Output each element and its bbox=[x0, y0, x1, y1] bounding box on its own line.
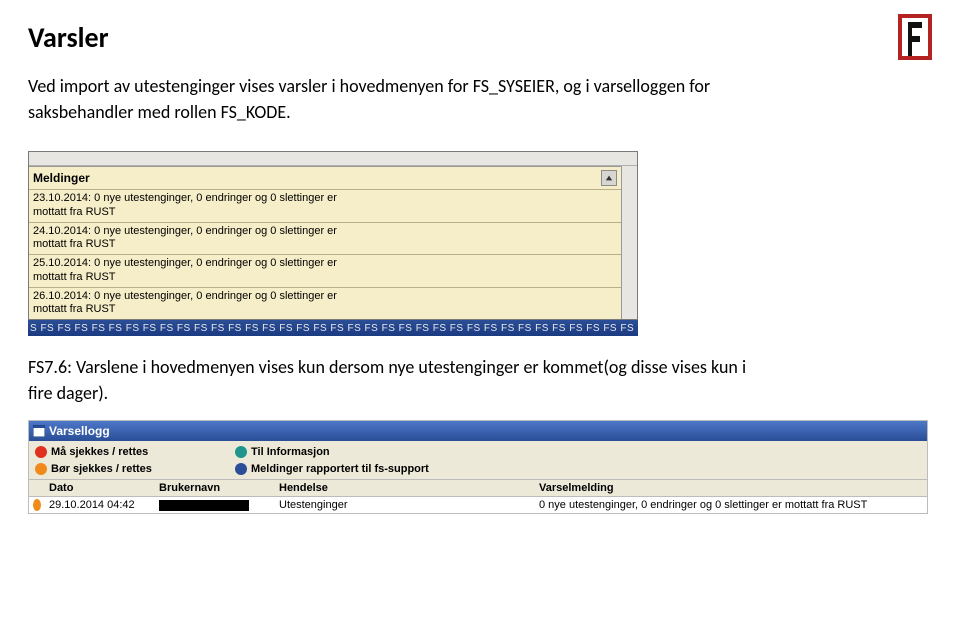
window-icon bbox=[33, 425, 45, 437]
scrollbar[interactable] bbox=[621, 166, 637, 319]
col-hendelse: Hendelse bbox=[275, 480, 535, 496]
col-brukernavn: Brukernavn bbox=[155, 480, 275, 496]
meldinger-item-line2: mottatt fra RUST bbox=[33, 206, 116, 218]
varsellogg-titlebar: Varsellogg bbox=[29, 421, 927, 441]
meldinger-item: 24.10.2014: 0 nye utestenginger, 0 endri… bbox=[29, 223, 621, 256]
redacted-username bbox=[159, 500, 249, 511]
meldinger-header-text: Meldinger bbox=[33, 171, 90, 185]
col-dato: Dato bbox=[45, 480, 155, 496]
cell-varselmelding: 0 nye utestenginger, 0 endringer og 0 sl… bbox=[535, 497, 927, 513]
legend-blue-label: Meldinger rapportert til fs-support bbox=[251, 463, 429, 475]
varsellogg-title: Varsellogg bbox=[49, 424, 110, 438]
dot-blue-icon bbox=[235, 463, 247, 475]
dot-red-icon bbox=[35, 446, 47, 458]
meldinger-item-line1: 23.10.2014: 0 nye utestenginger, 0 endri… bbox=[33, 192, 337, 204]
dot-teal-icon bbox=[235, 446, 247, 458]
legend-orange-label: Bør sjekkes / rettes bbox=[51, 463, 152, 475]
legend-teal-label: Til Informasjon bbox=[251, 446, 330, 458]
panel-frame-top bbox=[29, 152, 637, 166]
meldinger-panel-screenshot: Meldinger 23.10.2014: 0 nye utestenginge… bbox=[28, 151, 638, 320]
meldinger-item-line1: 25.10.2014: 0 nye utestenginger, 0 endri… bbox=[33, 257, 337, 269]
meldinger-item-line2: mottatt fra RUST bbox=[33, 303, 116, 315]
legend-blue: Meldinger rapportert til fs-support bbox=[235, 460, 555, 477]
table-row[interactable]: 29.10.2014 04:42 Utestenginger 0 nye ute… bbox=[29, 497, 927, 513]
note-paragraph: FS7.6: Varslene i hovedmenyen vises kun … bbox=[28, 354, 748, 406]
meldinger-item: 26.10.2014: 0 nye utestenginger, 0 endri… bbox=[29, 288, 621, 320]
legend-orange: Bør sjekkes / rettes bbox=[35, 460, 235, 477]
col-varselmelding: Varselmelding bbox=[535, 480, 927, 496]
varsellogg-screenshot: Varsellogg Må sjekkes / rettes Til Infor… bbox=[28, 420, 928, 514]
dot-orange-icon bbox=[35, 463, 47, 475]
varsellogg-header-row: Dato Brukernavn Hendelse Varselmelding bbox=[29, 479, 927, 497]
legend-red: Må sjekkes / rettes bbox=[35, 443, 235, 460]
meldinger-item: 23.10.2014: 0 nye utestenginger, 0 endri… bbox=[29, 190, 621, 223]
window-footer-strip: S FS FS FS FS FS FS FS FS FS FS FS FS FS… bbox=[28, 320, 638, 336]
meldinger-item: 25.10.2014: 0 nye utestenginger, 0 endri… bbox=[29, 255, 621, 288]
meldinger-item-line2: mottatt fra RUST bbox=[33, 271, 116, 283]
legend-teal: Til Informasjon bbox=[235, 443, 555, 460]
meldinger-header: Meldinger bbox=[29, 167, 621, 190]
cell-hendelse: Utestenginger bbox=[275, 497, 535, 513]
meldinger-panel: Meldinger 23.10.2014: 0 nye utestenginge… bbox=[29, 166, 621, 319]
status-dot-icon bbox=[33, 499, 41, 511]
cell-dato: 29.10.2014 04:42 bbox=[45, 497, 155, 513]
meldinger-item-line1: 26.10.2014: 0 nye utestenginger, 0 endri… bbox=[33, 290, 337, 302]
varsellogg-legend: Må sjekkes / rettes Til Informasjon Bør … bbox=[29, 441, 927, 479]
cell-brukernavn bbox=[155, 497, 275, 513]
page-title: Varsler bbox=[28, 20, 932, 55]
scroll-up-icon[interactable] bbox=[601, 170, 617, 186]
meldinger-item-line2: mottatt fra RUST bbox=[33, 238, 116, 250]
logo bbox=[894, 12, 936, 62]
intro-paragraph: Ved import av utestenginger vises varsle… bbox=[28, 73, 748, 125]
legend-red-label: Må sjekkes / rettes bbox=[51, 446, 148, 458]
meldinger-item-line1: 24.10.2014: 0 nye utestenginger, 0 endri… bbox=[33, 225, 337, 237]
